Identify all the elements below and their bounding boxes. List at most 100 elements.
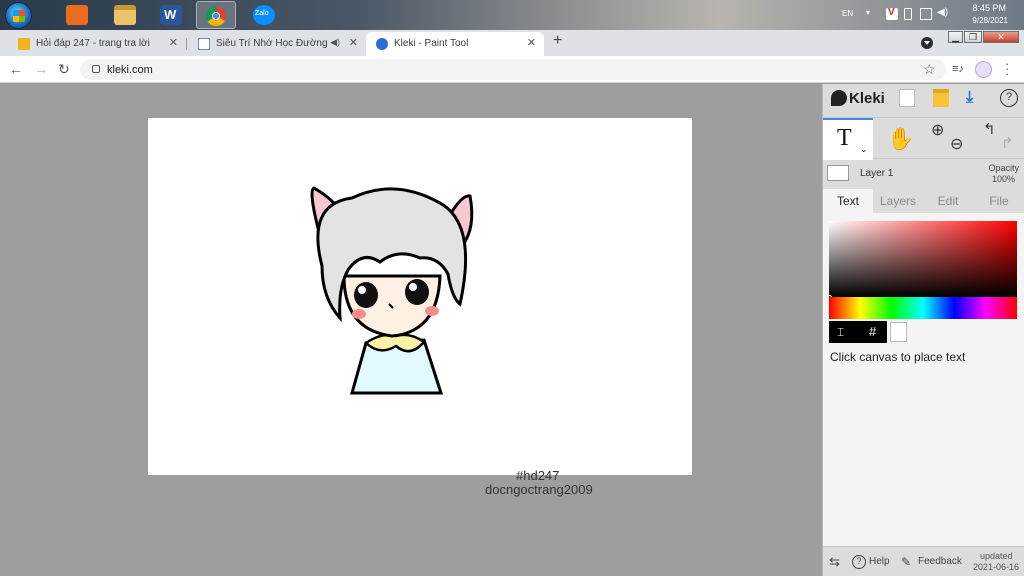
text-tool-panel: ⌶ # Click canvas to place text: [823, 213, 1024, 546]
omnibox[interactable]: [80, 59, 946, 80]
browser-tab-strip: Hỏi đáp 247 - trang tra lời ✕ Siêu Trí N…: [0, 30, 1024, 56]
updated-label[interactable]: updated: [980, 551, 1013, 561]
feedback-icon[interactable]: ✎: [901, 555, 911, 569]
chevron-down-icon[interactable]: ⌄: [860, 144, 868, 155]
windows-taskbar: W Zalo EN ▾ V ◀) 8:45 PM 9/28/2021: [0, 0, 1024, 30]
eyedropper-icon[interactable]: ⌶: [837, 325, 844, 340]
drawing-left-eye: [354, 282, 378, 308]
kleki-favicon-icon: [376, 38, 388, 50]
hoidap-favicon-icon: [18, 38, 30, 50]
reload-button[interactable]: ↻: [58, 61, 70, 78]
secondary-color-swatch[interactable]: [890, 322, 907, 342]
tab-title: Siêu Trí Nhớ Học Đường: [216, 38, 328, 49]
tool-row: T ⌄ ✋ ⊕ ⊖ ↰ ↱: [823, 117, 1024, 160]
swap-side-icon[interactable]: ⇆: [829, 554, 840, 570]
signature-author: docngoctrang2009: [485, 482, 593, 497]
undo-icon[interactable]: ↰: [983, 120, 996, 138]
download-icon[interactable]: ⤓: [966, 89, 982, 107]
tool-hint: Click canvas to place text: [830, 350, 966, 364]
kleki-header: Kleki ⤓ ?: [823, 84, 1024, 113]
url-text[interactable]: kleki.com: [107, 64, 153, 76]
tab-title: Hỏi đáp 247 - trang tra lời: [36, 38, 150, 49]
drawing-right-blush: [425, 306, 439, 316]
tab-sieu-tri-nho[interactable]: Siêu Trí Nhớ Học Đường ◀) ✕: [188, 32, 366, 56]
tab-layers[interactable]: Layers: [873, 189, 923, 213]
tray-expand-icon[interactable]: ▾: [866, 8, 870, 17]
layer-thumbnail[interactable]: [827, 165, 849, 181]
drawing-right-eye-shine: [409, 283, 417, 291]
close-tab-icon[interactable]: ✕: [349, 36, 358, 49]
start-button[interactable]: [5, 2, 32, 29]
hand-tool-icon[interactable]: ✋: [887, 126, 914, 152]
close-tab-icon[interactable]: ✕: [527, 36, 536, 49]
antivirus-icon[interactable]: V: [886, 7, 898, 20]
taskbar-file-explorer[interactable]: [105, 1, 145, 29]
drawing-right-eye: [405, 279, 429, 305]
tab-hoidap247[interactable]: Hỏi đáp 247 - trang tra lời ✕: [8, 32, 186, 56]
taskbar-media-player[interactable]: [57, 1, 97, 29]
chibi-drawing: [310, 186, 474, 395]
updated-date[interactable]: 2021-06-16: [973, 562, 1019, 572]
new-image-icon[interactable]: [899, 89, 915, 107]
forward-button[interactable]: →: [34, 61, 48, 77]
word-icon: W: [160, 5, 182, 25]
tab-edit[interactable]: Edit: [923, 189, 973, 213]
network-icon[interactable]: [920, 8, 932, 20]
doc-favicon-icon: [198, 38, 210, 50]
feedback-link[interactable]: Feedback: [918, 556, 962, 567]
hue-slider[interactable]: [829, 297, 1017, 319]
drawing-canvas[interactable]: [148, 118, 692, 475]
kleki-logo[interactable]: Kleki: [849, 90, 885, 107]
zalo-icon: Zalo: [253, 5, 275, 25]
reading-list-icon[interactable]: ≡♪: [952, 63, 964, 75]
close-tab-icon[interactable]: ✕: [169, 36, 178, 49]
text-tool-icon: T: [837, 125, 852, 151]
clock-time[interactable]: 8:45 PM: [972, 3, 1006, 13]
drawing-left-eye-shine: [358, 286, 366, 294]
zoom-out-icon[interactable]: ⊖: [950, 134, 963, 154]
profile-avatar[interactable]: [975, 61, 992, 78]
hex-input-button[interactable]: #: [869, 324, 876, 339]
layer-name: Layer 1: [860, 168, 894, 179]
zoom-in-icon[interactable]: ⊕: [931, 120, 944, 140]
taskbar-zalo[interactable]: Zalo: [244, 1, 284, 29]
volume-icon[interactable]: ◀): [937, 7, 949, 19]
restore-button[interactable]: ❐: [964, 31, 982, 43]
tab-search-icon[interactable]: [921, 37, 933, 49]
kleki-sidebar: Kleki ⤓ ? T ⌄ ✋ ⊕ ⊖ ↰ ↱ Layer 1 Opacity …: [822, 84, 1024, 576]
screen: W Zalo EN ▾ V ◀) 8:45 PM 9/28/2021 Hỏi đ…: [0, 0, 1024, 576]
color-saturation-picker[interactable]: [829, 221, 1017, 297]
lock-icon[interactable]: [92, 65, 100, 73]
tab-file[interactable]: File: [973, 189, 1024, 213]
language-indicator[interactable]: EN: [842, 9, 853, 18]
redo-icon[interactable]: ↱: [1001, 134, 1014, 152]
panel-tabs: Text Layers Edit File: [823, 189, 1024, 213]
opacity-value[interactable]: 100%: [992, 174, 1015, 184]
back-button[interactable]: ←: [9, 61, 23, 77]
taskbar-chrome[interactable]: [196, 1, 236, 29]
audio-playing-icon[interactable]: ◀): [330, 37, 340, 48]
tab-separator: [186, 38, 187, 50]
media-player-icon: [66, 5, 88, 25]
bookmark-star-icon[interactable]: ☆: [923, 61, 936, 78]
help-circle-icon[interactable]: ?: [852, 555, 866, 569]
layer-preview-row[interactable]: Layer 1 Opacity 100%: [823, 160, 1024, 188]
color-tools: ⌶ #: [829, 321, 887, 343]
clock-date[interactable]: 9/28/2021: [972, 16, 1008, 25]
help-link[interactable]: Help: [869, 556, 890, 567]
windows-logo-icon: [13, 10, 25, 22]
taskbar-word[interactable]: W: [151, 1, 191, 29]
minimize-button[interactable]: ▁: [948, 31, 963, 43]
close-window-button[interactable]: ✕: [983, 31, 1019, 43]
menu-kebab-icon[interactable]: · · ·: [1005, 57, 1011, 80]
new-tab-button[interactable]: +: [553, 32, 562, 50]
help-icon[interactable]: ?: [1000, 89, 1018, 107]
tab-title: Kleki - Paint Tool: [394, 38, 469, 49]
tab-kleki[interactable]: Kleki - Paint Tool ✕: [366, 32, 544, 56]
folder-icon: [114, 5, 136, 25]
battery-icon[interactable]: [904, 8, 912, 20]
text-tool-button[interactable]: T ⌄: [823, 118, 873, 160]
tab-text[interactable]: Text: [823, 189, 873, 213]
open-folder-icon[interactable]: [933, 89, 949, 107]
address-bar: ← → ↻ kleki.com ☆ ≡♪ · · ·: [0, 56, 1024, 83]
